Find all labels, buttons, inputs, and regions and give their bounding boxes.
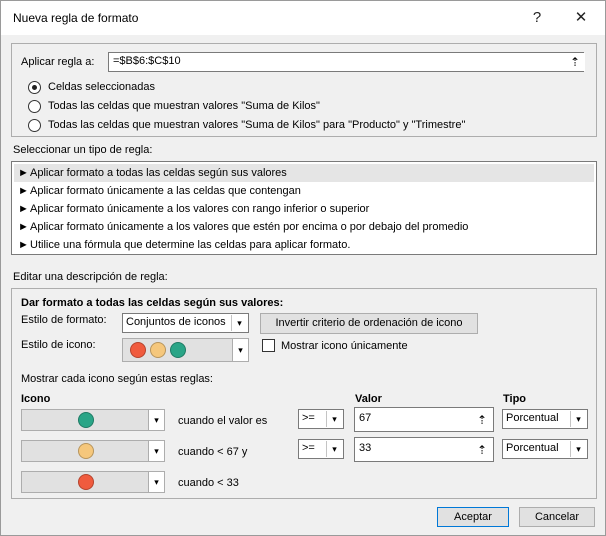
accept-button[interactable]: Aceptar <box>437 507 509 527</box>
icon-rule-select-1[interactable]: ▾ <box>21 409 165 431</box>
radio-selected-cells-label: Celdas seleccionadas <box>48 81 156 93</box>
title-bar: Nueva regla de formato ? ✕ <box>1 1 605 35</box>
collapse-range-icon[interactable]: ⇡ <box>565 53 585 71</box>
chevron-down-icon: ▾ <box>570 411 586 427</box>
condition-text-3: cuando < 33 <box>178 477 239 489</box>
ruletype-item[interactable]: ►Aplicar formato únicamente a los valore… <box>14 200 594 218</box>
condition-text-2: cuando < 67 y <box>178 446 248 458</box>
chevron-down-icon: ▾ <box>231 315 247 331</box>
type-select-1[interactable]: Porcentual ▾ <box>502 409 588 429</box>
condition-text-1: cuando el valor es <box>178 415 268 427</box>
chevron-down-icon: ▾ <box>148 410 164 430</box>
cancel-button[interactable]: Cancelar <box>519 507 595 527</box>
ruletype-item[interactable]: ►Utilice una fórmula que determine las c… <box>14 236 594 254</box>
chevron-down-icon: ▾ <box>148 441 164 461</box>
rules-label: Mostrar cada icono según estas reglas: <box>21 373 213 385</box>
apply-range-input[interactable]: =$B$6:$C$10 <box>108 52 584 72</box>
edit-heading: Dar formato a todas las celdas según sus… <box>21 297 284 309</box>
operator-select-1[interactable]: >= ▾ <box>298 409 344 429</box>
operator-select-2[interactable]: >= ▾ <box>298 439 344 459</box>
ruletype-item[interactable]: ►Aplicar formato únicamente a las celdas… <box>14 182 594 200</box>
icon-style-select[interactable]: ▾ <box>122 338 249 362</box>
ruletype-marker-icon: ► <box>18 167 29 179</box>
edit-group: Dar formato a todas las celdas según sus… <box>11 288 597 499</box>
ruletype-item[interactable]: ►Aplicar formato a todas las celdas segú… <box>14 164 594 182</box>
dialog-window: Nueva regla de formato ? ✕ Aplicar regla… <box>0 0 606 536</box>
ruletype-item[interactable]: ►Aplicar formato únicamente a los valore… <box>14 218 594 236</box>
apply-label: Aplicar regla a: <box>21 56 95 68</box>
col-type-header: Tipo <box>503 393 527 405</box>
dialog-title: Nueva regla de formato <box>13 11 139 25</box>
ruletype-marker-icon: ► <box>18 239 29 251</box>
radio-all-cells-product[interactable] <box>28 119 41 132</box>
radio-all-cells-product-label: Todas las celdas que muestran valores "S… <box>48 119 466 131</box>
type-select-2[interactable]: Porcentual ▾ <box>502 439 588 459</box>
help-button[interactable]: ? <box>525 7 549 29</box>
chevron-down-icon: ▾ <box>148 472 164 492</box>
col-icon-header: Icono <box>21 393 51 405</box>
collapse-range-icon[interactable]: ⇡ <box>472 410 492 430</box>
radio-all-cells-values-label: Todas las celdas que muestran valores "S… <box>48 100 320 112</box>
collapse-range-icon[interactable]: ⇡ <box>472 440 492 460</box>
ruletype-marker-icon: ► <box>18 203 29 215</box>
green-circle-icon <box>78 412 94 428</box>
reverse-icon-order-button[interactable]: Invertir criterio de ordenación de icono <box>260 313 478 334</box>
show-icon-only-checkbox[interactable] <box>262 339 275 352</box>
apply-group: Aplicar regla a: =$B$6:$C$10 ⇡ Celdas se… <box>11 43 597 137</box>
icon-rule-select-2[interactable]: ▾ <box>21 440 165 462</box>
chevron-down-icon: ▾ <box>232 339 248 361</box>
apply-range-value: =$B$6:$C$10 <box>113 55 181 67</box>
icon-style-label: Estilo de icono: <box>21 339 96 351</box>
red-circle-icon <box>78 474 94 490</box>
yellow-circle-icon <box>150 342 166 358</box>
green-circle-icon <box>170 342 186 358</box>
chevron-down-icon: ▾ <box>570 441 586 457</box>
ruletype-label: Seleccionar un tipo de regla: <box>13 144 153 156</box>
format-style-select[interactable]: Conjuntos de iconos ▾ <box>122 313 249 333</box>
edit-label: Editar una descripción de regla: <box>13 271 168 283</box>
chevron-down-icon: ▾ <box>326 441 342 457</box>
ruletype-list: ►Aplicar formato a todas las celdas segú… <box>11 161 597 255</box>
red-circle-icon <box>130 342 146 358</box>
ruletype-marker-icon: ► <box>18 185 29 197</box>
radio-selected-cells[interactable] <box>28 81 41 94</box>
show-icon-only-label: Mostrar icono únicamente <box>281 340 408 352</box>
yellow-circle-icon <box>78 443 94 459</box>
format-style-label: Estilo de formato: <box>21 314 107 326</box>
col-value-header: Valor <box>355 393 382 405</box>
chevron-down-icon: ▾ <box>326 411 342 427</box>
radio-all-cells-values[interactable] <box>28 100 41 113</box>
close-button[interactable]: ✕ <box>569 7 593 29</box>
ruletype-marker-icon: ► <box>18 221 29 233</box>
icon-rule-select-3[interactable]: ▾ <box>21 471 165 493</box>
